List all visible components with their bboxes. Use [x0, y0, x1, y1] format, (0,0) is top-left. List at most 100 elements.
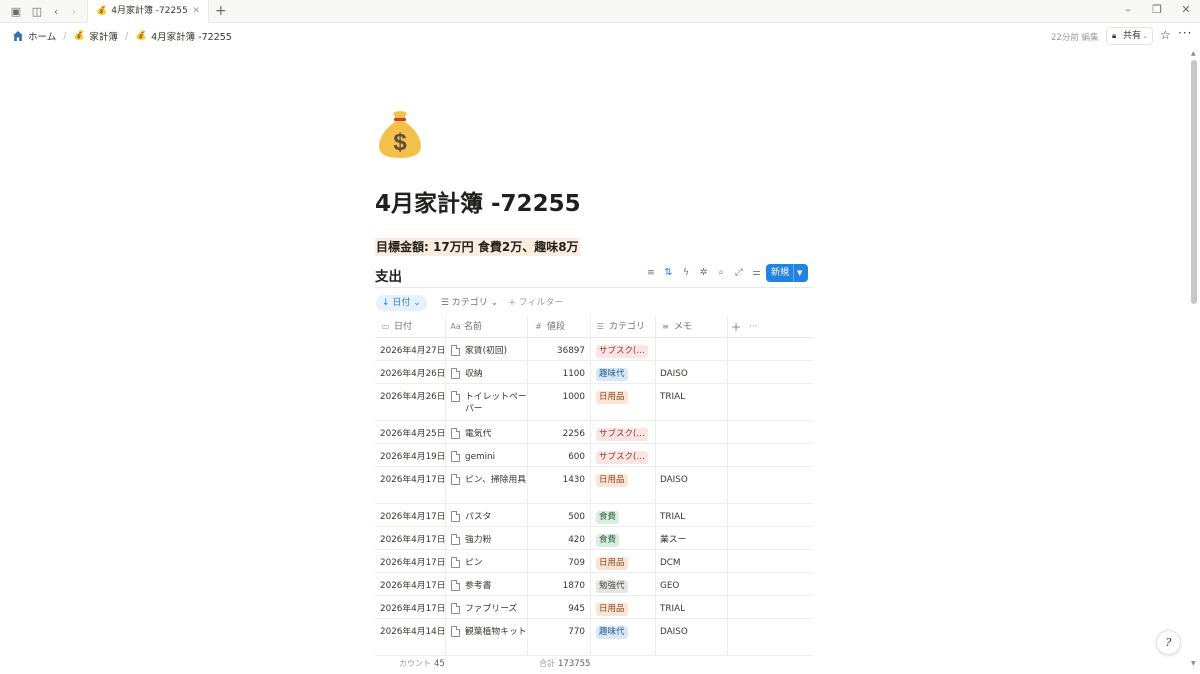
app-logo-icon[interactable]: ▣ — [8, 4, 24, 19]
ai-sparkle-icon[interactable]: ✲ — [695, 267, 713, 279]
add-filter-button[interactable]: + フィルター — [508, 295, 563, 311]
table-row[interactable]: 2026年4月17日 強力粉 420 食費 業スー — [375, 527, 813, 550]
breadcrumb-parent[interactable]: 💰 家計簿 — [73, 29, 118, 43]
name-cell[interactable]: 収納 — [451, 368, 527, 380]
category-cell[interactable]: 勉強代 — [596, 580, 628, 597]
date-cell[interactable]: 2026年4月17日 — [380, 580, 446, 592]
name-cell[interactable]: 観葉植物キット — [451, 626, 527, 638]
search-icon[interactable]: ⌕ — [712, 267, 730, 279]
new-tab-button[interactable]: + — [215, 3, 227, 19]
name-cell[interactable]: 強力粉 — [451, 534, 527, 546]
breadcrumb-home[interactable]: ホーム — [12, 29, 56, 43]
automation-bolt-icon[interactable]: ϟ — [677, 267, 695, 279]
minimize-icon[interactable]: – — [1121, 3, 1135, 16]
scroll-up-icon[interactable]: ▲ — [1191, 50, 1196, 57]
column-category[interactable]: ☰ カテゴリ — [595, 316, 645, 338]
category-cell[interactable]: 日用品 — [596, 603, 628, 620]
count-summary[interactable]: カウント 45 — [399, 658, 445, 669]
memo-cell[interactable]: DAISO — [660, 626, 688, 638]
category-cell[interactable]: 食費 — [596, 511, 620, 528]
sum-summary[interactable]: 合計 173755 — [539, 658, 590, 669]
name-cell[interactable]: ピン — [451, 557, 527, 569]
category-cell[interactable]: サブスク(… — [596, 451, 648, 468]
restore-icon[interactable]: ❐ — [1150, 3, 1164, 16]
memo-cell[interactable]: DCM — [660, 557, 681, 569]
name-cell[interactable]: 参考書 — [451, 580, 527, 592]
date-cell[interactable]: 2026年4月17日 — [380, 474, 446, 486]
category-cell[interactable]: 日用品 — [596, 474, 628, 491]
date-cell[interactable]: 2026年4月17日 — [380, 603, 446, 615]
table-row[interactable]: 2026年4月14日 観葉植物キット 770 趣味代 DAISO — [375, 619, 813, 656]
name-cell[interactable]: ピン、掃除用具 — [451, 474, 527, 486]
memo-cell[interactable]: TRIAL — [660, 391, 685, 403]
category-cell[interactable]: 趣味代 — [596, 368, 628, 385]
active-tab[interactable]: 💰 4月家計簿 -72255 ✕ — [87, 0, 209, 23]
date-cell[interactable]: 2026年4月17日 — [380, 511, 446, 523]
amount-cell[interactable]: 770 — [533, 626, 585, 638]
share-button[interactable]: 🔒︎ 共有 ⌄ — [1106, 27, 1153, 45]
table-row[interactable]: 2026年4月17日 参考書 1870 勉強代 GEO — [375, 573, 813, 596]
page-scrollbar[interactable]: ▲ ▼ — [1189, 48, 1200, 674]
name-cell[interactable]: ファブリーズ — [451, 603, 527, 615]
column-date[interactable]: ▭ 日付 — [380, 316, 412, 338]
category-cell[interactable]: 日用品 — [596, 391, 628, 408]
table-row[interactable]: 2026年4月17日 ファブリーズ 945 日用品 TRIAL — [375, 596, 813, 619]
amount-cell[interactable]: 2256 — [533, 428, 585, 440]
page-title[interactable]: 4月家計簿 -72255 — [375, 184, 581, 218]
moneybag-page-icon[interactable]: $ — [376, 108, 424, 160]
settings-sliders-icon[interactable]: ⚌ — [748, 267, 766, 279]
table-row[interactable]: 2026年4月17日 ピン、掃除用具 1430 日用品 DAISO — [375, 467, 813, 504]
table-row[interactable]: 2026年4月27日 家賃(初回) 36897 サブスク(… — [375, 338, 813, 361]
memo-cell[interactable]: GEO — [660, 580, 679, 592]
goal-text[interactable]: 目標金額: 17万円 食費2万、趣味8万 — [375, 238, 580, 256]
sort-icon[interactable]: ⇅ — [660, 267, 678, 279]
date-cell[interactable]: 2026年4月19日 — [380, 451, 446, 463]
table-row[interactable]: 2026年4月25日 電気代 2256 サブスク(… — [375, 421, 813, 444]
category-cell[interactable]: サブスク(… — [596, 345, 648, 362]
amount-cell[interactable]: 709 — [533, 557, 585, 569]
memo-cell[interactable]: DAISO — [660, 368, 688, 380]
name-cell[interactable]: パスタ — [451, 511, 527, 523]
column-options-icon[interactable]: ··· — [749, 316, 758, 338]
table-row[interactable]: 2026年4月17日 ピン 709 日用品 DCM — [375, 550, 813, 573]
date-cell[interactable]: 2026年4月17日 — [380, 557, 446, 569]
amount-cell[interactable]: 36897 — [533, 345, 585, 357]
sort-date-chip[interactable]: ↓ 日付 ⌄ — [376, 295, 427, 311]
name-cell[interactable]: gemini — [451, 451, 527, 463]
category-group-chip[interactable]: ☰ カテゴリ ⌄ — [441, 295, 498, 311]
category-cell[interactable]: サブスク(… — [596, 428, 648, 445]
date-cell[interactable]: 2026年4月17日 — [380, 534, 446, 546]
sidebar-toggle-icon[interactable]: ◫ — [29, 4, 45, 19]
add-column-icon[interactable]: + — [731, 316, 741, 338]
more-options-icon[interactable]: ··· — [1178, 26, 1192, 40]
category-cell[interactable]: 日用品 — [596, 557, 628, 574]
table-row[interactable]: 2026年4月17日 パスタ 500 食費 TRIAL — [375, 504, 813, 527]
new-entry-button[interactable]: 新規 ▼ — [766, 264, 808, 282]
back-arrow-icon[interactable]: ‹ — [48, 4, 64, 19]
amount-cell[interactable]: 1430 — [533, 474, 585, 486]
filter-icon[interactable]: ≡ — [642, 267, 660, 279]
table-row[interactable]: 2026年4月26日 トイレットペーパー 1000 日用品 TRIAL — [375, 384, 813, 421]
date-cell[interactable]: 2026年4月26日 — [380, 391, 446, 403]
category-cell[interactable]: 趣味代 — [596, 626, 628, 643]
name-cell[interactable]: 電気代 — [451, 428, 527, 440]
breadcrumb-current[interactable]: 💰 4月家計簿 -72255 — [135, 29, 232, 43]
date-cell[interactable]: 2026年4月25日 — [380, 428, 446, 440]
table-row[interactable]: 2026年4月19日 gemini 600 サブスク(… — [375, 444, 813, 467]
memo-cell[interactable]: TRIAL — [660, 603, 685, 615]
table-row[interactable]: 2026年4月26日 収納 1100 趣味代 DAISO — [375, 361, 813, 384]
forward-arrow-icon[interactable]: › — [66, 4, 82, 19]
database-title[interactable]: 支出 — [375, 265, 402, 285]
date-cell[interactable]: 2026年4月14日 — [380, 626, 446, 638]
amount-cell[interactable]: 420 — [533, 534, 585, 546]
scrollbar-thumb[interactable] — [1191, 60, 1197, 304]
date-cell[interactable]: 2026年4月27日 — [380, 345, 446, 357]
amount-cell[interactable]: 945 — [533, 603, 585, 615]
expand-icon[interactable]: ⤢ — [730, 267, 748, 279]
memo-cell[interactable]: DAISO — [660, 474, 688, 486]
amount-cell[interactable]: 600 — [533, 451, 585, 463]
amount-cell[interactable]: 500 — [533, 511, 585, 523]
close-window-icon[interactable]: ✕ — [1179, 3, 1193, 16]
amount-cell[interactable]: 1100 — [533, 368, 585, 380]
name-cell[interactable]: トイレットペーパー — [451, 391, 527, 415]
